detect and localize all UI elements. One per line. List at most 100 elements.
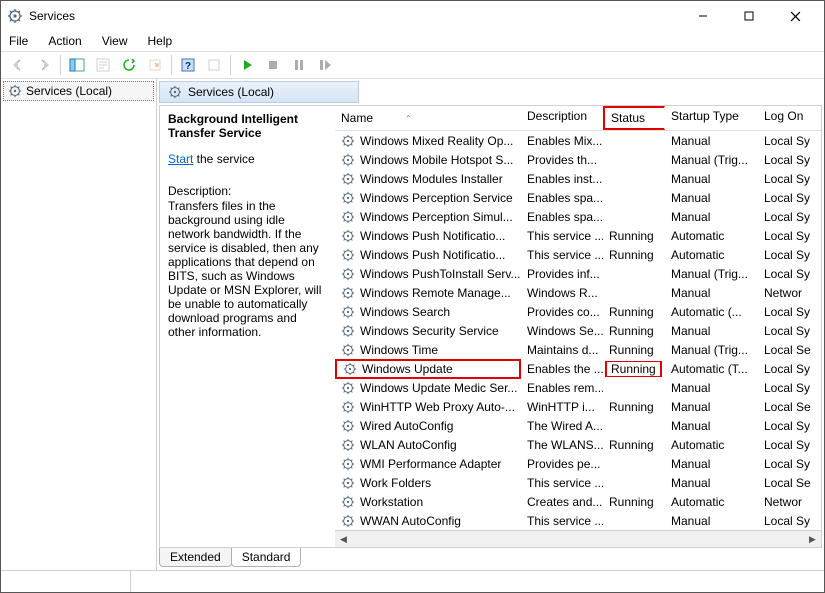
cell-startup-type: Manual (Trig...: [665, 152, 758, 168]
description-text: Transfers files in the background using …: [168, 199, 327, 339]
table-row[interactable]: Windows Perception ServiceEnables spa...…: [335, 188, 821, 207]
statusbar-seg2: [131, 571, 824, 592]
cell-startup-type: Manual: [665, 285, 758, 301]
cell-status: [603, 387, 665, 389]
table-row[interactable]: Windows Push Notificatio...This service …: [335, 245, 821, 264]
forward-button[interactable]: [32, 54, 56, 76]
stop-service-button[interactable]: [261, 54, 285, 76]
properties-button[interactable]: [91, 54, 115, 76]
table-row[interactable]: Windows PushToInstall Serv...Provides in…: [335, 264, 821, 283]
tree-pane: Services (Local): [1, 79, 157, 570]
svg-text:?: ?: [185, 61, 191, 72]
cell-status: [603, 463, 665, 465]
refresh-button[interactable]: [117, 54, 141, 76]
back-button[interactable]: [6, 54, 30, 76]
toolbar-sep: [230, 55, 231, 75]
gear-icon: [341, 457, 355, 471]
tab-extended[interactable]: Extended: [159, 548, 232, 567]
cell-logon: Local Sy: [758, 437, 814, 453]
cell-description: Enables inst...: [521, 171, 603, 187]
table-row[interactable]: Windows Push Notificatio...This service …: [335, 226, 821, 245]
table-row[interactable]: Windows Modules InstallerEnables inst...…: [335, 169, 821, 188]
start-service-link[interactable]: Start: [168, 152, 193, 166]
help-topics-button[interactable]: [202, 54, 226, 76]
cell-name: WWAN AutoConfig: [335, 513, 521, 529]
menu-help[interactable]: Help: [146, 33, 175, 49]
column-description[interactable]: Description: [521, 106, 603, 130]
show-hide-tree-button[interactable]: [65, 54, 89, 76]
statusbar: [1, 570, 824, 592]
cell-status: [603, 140, 665, 142]
column-startup-type[interactable]: Startup Type: [665, 106, 758, 130]
cell-startup-type: Manual: [665, 133, 758, 149]
cell-name: Windows Perception Simul...: [335, 209, 521, 225]
gear-icon: [343, 362, 357, 376]
pane-body: Background Intelligent Transfer Service …: [159, 105, 822, 548]
cell-startup-type: Manual (Trig...: [665, 266, 758, 282]
cell-startup-type: Automatic: [665, 228, 758, 244]
table-row[interactable]: Windows Perception Simul...Enables spa..…: [335, 207, 821, 226]
table-row[interactable]: WMI Performance AdapterProvides pe...Man…: [335, 454, 821, 473]
cell-description: Enables spa...: [521, 209, 603, 225]
gear-icon: [341, 305, 355, 319]
table-row[interactable]: Windows SearchProvides co...RunningAutom…: [335, 302, 821, 321]
scroll-left-icon[interactable]: ◀: [335, 532, 352, 547]
close-button[interactable]: [772, 1, 818, 31]
cell-status: Running: [603, 399, 665, 415]
column-logon[interactable]: Log On: [758, 106, 814, 130]
table-row[interactable]: Windows UpdateEnables the ...RunningAuto…: [335, 359, 821, 378]
table-row[interactable]: WorkstationCreates and...RunningAutomati…: [335, 492, 821, 511]
table-row[interactable]: Windows Mixed Reality Op...Enables Mix..…: [335, 131, 821, 150]
cell-description: The Wired A...: [521, 418, 603, 434]
table-row[interactable]: Windows Update Medic Ser...Enables rem..…: [335, 378, 821, 397]
horizontal-scrollbar[interactable]: ◀ ▶: [335, 530, 821, 547]
cell-description: This service ...: [521, 513, 603, 529]
pause-service-button[interactable]: [287, 54, 311, 76]
tree-item-services-local[interactable]: Services (Local): [3, 81, 154, 101]
cell-name: WLAN AutoConfig: [335, 437, 521, 453]
menu-file[interactable]: File: [7, 33, 30, 49]
tab-standard[interactable]: Standard: [231, 548, 302, 567]
cell-status: [603, 273, 665, 275]
restart-service-button[interactable]: [313, 54, 337, 76]
table-row[interactable]: WinHTTP Web Proxy Auto-...WinHTTP i...Ru…: [335, 397, 821, 416]
menu-view[interactable]: View: [100, 33, 130, 49]
cell-logon: Local Sy: [758, 209, 814, 225]
cell-logon: Local Sy: [758, 513, 814, 529]
cell-logon: Networ: [758, 285, 814, 301]
cell-logon: Local Se: [758, 399, 814, 415]
cell-description: Provides inf...: [521, 266, 603, 282]
minimize-button[interactable]: [680, 1, 726, 31]
cell-logon: Local Sy: [758, 456, 814, 472]
cell-logon: Local Sy: [758, 171, 814, 187]
start-service-button[interactable]: [235, 54, 259, 76]
column-name[interactable]: Name⌃: [335, 106, 521, 130]
table-row[interactable]: Work FoldersThis service ...ManualLocal …: [335, 473, 821, 492]
column-status[interactable]: Status: [603, 106, 665, 130]
services-list: Name⌃ Description Status Startup Type Lo…: [335, 106, 821, 547]
maximize-button[interactable]: [726, 1, 772, 31]
cell-description: Windows Se...: [521, 323, 603, 339]
cell-name: WinHTTP Web Proxy Auto-...: [335, 399, 521, 415]
table-row[interactable]: Windows Remote Manage...Windows R...Manu…: [335, 283, 821, 302]
export-button[interactable]: [143, 54, 167, 76]
menu-action[interactable]: Action: [46, 33, 83, 49]
cell-description: This service ...: [521, 475, 603, 491]
table-row[interactable]: Windows TimeMaintains d...RunningManual …: [335, 340, 821, 359]
cell-startup-type: Manual: [665, 190, 758, 206]
table-row[interactable]: Windows Mobile Hotspot S...Provides th..…: [335, 150, 821, 169]
gear-icon: [341, 153, 355, 167]
cell-status: [603, 216, 665, 218]
detail-pane: Background Intelligent Transfer Service …: [160, 106, 335, 547]
table-row[interactable]: Windows Security ServiceWindows Se...Run…: [335, 321, 821, 340]
cell-startup-type: Manual (Trig...: [665, 342, 758, 358]
help-button[interactable]: ?: [176, 54, 200, 76]
cell-description: This service ...: [521, 247, 603, 263]
table-row[interactable]: WLAN AutoConfigThe WLANS...RunningAutoma…: [335, 435, 821, 454]
cell-name: Windows Mobile Hotspot S...: [335, 152, 521, 168]
scroll-right-icon[interactable]: ▶: [804, 532, 821, 547]
table-row[interactable]: Wired AutoConfigThe Wired A...ManualLoca…: [335, 416, 821, 435]
gear-icon: [341, 267, 355, 281]
table-row[interactable]: WWAN AutoConfigThis service ...ManualLoc…: [335, 511, 821, 530]
content-area: Services (Local) Services (Local) Backgr…: [1, 79, 824, 570]
